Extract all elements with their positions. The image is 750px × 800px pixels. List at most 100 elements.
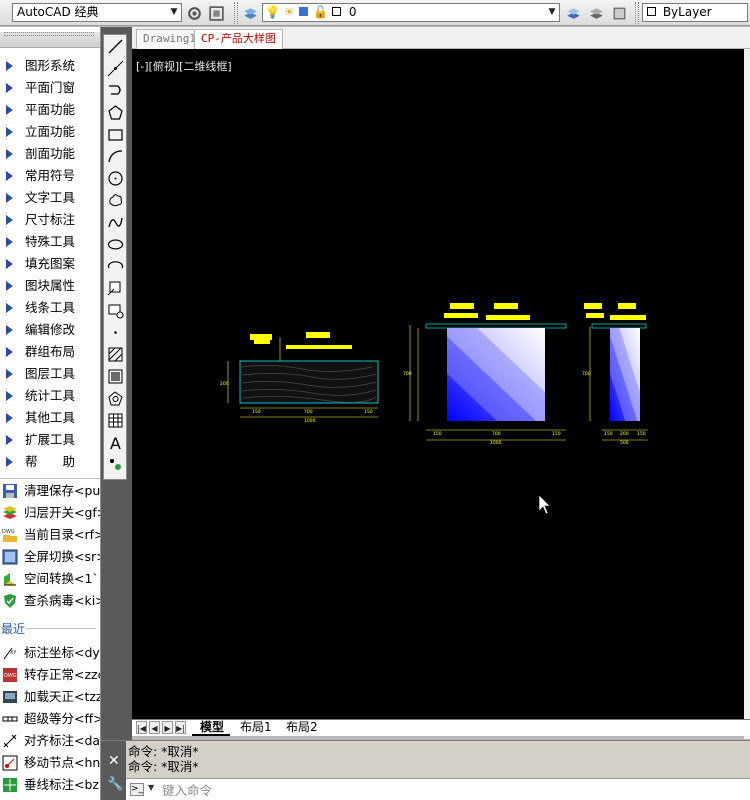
revcloud-icon bbox=[109, 194, 123, 207]
menu-item[interactable]: 特殊工具 bbox=[0, 231, 100, 253]
toolbar-grip[interactable] bbox=[635, 2, 639, 24]
command-item[interactable]: DWG 当前目录<rf> bbox=[0, 524, 100, 546]
chevron-down-icon[interactable]: ▼ bbox=[148, 783, 154, 792]
triangle-right-icon bbox=[6, 325, 13, 335]
command-item[interactable]: 全屏切换<sr> bbox=[0, 546, 100, 568]
mid-top-rail bbox=[425, 323, 567, 329]
multiline-text-tool-button[interactable]: A bbox=[106, 433, 125, 453]
command-history: 命令: *取消* 命令: *取消* bbox=[128, 744, 199, 774]
construction-line-tool-button[interactable] bbox=[106, 59, 125, 78]
command-item[interactable]: 查杀病毒<ki> bbox=[0, 590, 100, 612]
line-tool-button[interactable] bbox=[106, 37, 125, 56]
layer-select[interactable]: 💡 ☀ 🔓 0 ▼ bbox=[262, 3, 560, 22]
menu-item[interactable]: 图层工具 bbox=[0, 363, 100, 385]
arc-tool-button[interactable] bbox=[106, 147, 125, 166]
layer-state-button[interactable] bbox=[609, 3, 629, 23]
command-item[interactable]: 归层开关<gf> bbox=[0, 502, 100, 524]
menu-item[interactable]: 其他工具 bbox=[0, 407, 100, 429]
point-tool-button[interactable] bbox=[106, 323, 125, 342]
menu-item[interactable]: 扩展工具 bbox=[0, 429, 100, 451]
layer-previous-button[interactable] bbox=[586, 3, 606, 23]
recent-command-item[interactable]: 垂线标注<bz> bbox=[0, 774, 100, 796]
menu-item[interactable]: 统计工具 bbox=[0, 385, 100, 407]
ellipse-arc-icon bbox=[107, 261, 124, 269]
close-icon[interactable]: ✕ bbox=[108, 753, 120, 769]
first-layout-button[interactable]: |◀ bbox=[136, 721, 147, 734]
dim-text: 150 bbox=[604, 431, 613, 437]
menu-item[interactable]: 剖面功能 bbox=[0, 143, 100, 165]
menu-item[interactable]: 编辑修改 bbox=[0, 319, 100, 341]
drawing-canvas[interactable]: [-][俯视][二维线框] 150 700 150 1000 200 150 7… bbox=[132, 49, 750, 719]
make-block-tool-button[interactable] bbox=[106, 301, 125, 320]
region-tool-button[interactable] bbox=[106, 389, 125, 408]
spline-tool-button[interactable] bbox=[106, 213, 125, 232]
tab-drawing1[interactable]: Drawing1 bbox=[136, 29, 203, 49]
toolbar-grip[interactable] bbox=[234, 2, 238, 24]
table-tool-button[interactable] bbox=[106, 411, 125, 430]
prev-layout-button[interactable]: ◀ bbox=[149, 721, 160, 734]
menu-item[interactable]: 线条工具 bbox=[0, 297, 100, 319]
recent-command-item[interactable]: 加载天正<tzz> bbox=[0, 686, 100, 708]
recent-command-item[interactable]: 对齐标注<da> bbox=[0, 730, 100, 752]
mid-tag-1 bbox=[450, 303, 474, 309]
last-layout-button[interactable]: ▶| bbox=[175, 721, 186, 734]
mouse-cursor-icon bbox=[538, 494, 551, 515]
menu-item-label: 其他工具 bbox=[25, 410, 76, 425]
menu-item[interactable]: 填充图案 bbox=[0, 253, 100, 275]
command-prompt-icon[interactable]: >_ bbox=[130, 783, 144, 796]
unlock-icon: 🔓 bbox=[313, 5, 329, 19]
command-line-panel: ✕ 🔧 命令: *取消* 命令: *取消* >_ ▼ bbox=[101, 740, 750, 800]
next-layout-button[interactable]: ▶ bbox=[162, 721, 173, 734]
recent-command-item[interactable]: XY 标注坐标<dy> bbox=[0, 642, 100, 664]
workspace-settings-button[interactable] bbox=[184, 3, 204, 23]
add-selected-tool-button[interactable] bbox=[106, 455, 125, 474]
ellipse-arc-tool-button[interactable] bbox=[106, 257, 125, 276]
recent-command-item[interactable]: DWG 转存正常<zzc> bbox=[0, 664, 100, 686]
tab-cp-product-detail[interactable]: CP-产品大样图 bbox=[194, 29, 283, 49]
chevron-down-icon: ▼ bbox=[170, 7, 178, 17]
menu-item[interactable]: 群组布局 bbox=[0, 341, 100, 363]
hatch-tool-button[interactable] bbox=[106, 345, 125, 364]
workspace-save-button[interactable] bbox=[206, 3, 226, 23]
layer-properties-button[interactable] bbox=[240, 3, 260, 23]
menu-item-label: 文字工具 bbox=[25, 190, 76, 205]
ellipse-tool-button[interactable] bbox=[106, 235, 125, 254]
rectangle-tool-button[interactable] bbox=[106, 125, 125, 144]
command-input[interactable] bbox=[162, 781, 742, 799]
menu-item[interactable]: 立面功能 bbox=[0, 121, 100, 143]
recent-command-item[interactable]: 超级等分<ff> bbox=[0, 708, 100, 730]
menu-item[interactable]: 常用符号 bbox=[0, 165, 100, 187]
tab-layout2[interactable]: 布局2 bbox=[278, 720, 324, 736]
polygon-tool-button[interactable] bbox=[106, 103, 125, 122]
mid-tag-1b bbox=[444, 313, 478, 318]
dim-text: 1000 bbox=[490, 440, 502, 446]
recent-command-item[interactable]: 移动节点<hnn bbox=[0, 752, 100, 774]
triangle-right-icon bbox=[6, 83, 13, 93]
gradient-tool-button[interactable] bbox=[106, 367, 125, 386]
layers-icon bbox=[2, 505, 18, 521]
menu-item[interactable]: 尺寸标注 bbox=[0, 209, 100, 231]
linetype-select[interactable]: ByLayer bbox=[642, 3, 748, 22]
tab-model[interactable]: 模型 bbox=[192, 720, 231, 736]
menu-item[interactable]: 平面功能 bbox=[0, 99, 100, 121]
tab-layout1[interactable]: 布局1 bbox=[232, 720, 278, 736]
insert-block-tool-button[interactable] bbox=[106, 279, 125, 298]
menu-item[interactable]: 文字工具 bbox=[0, 187, 100, 209]
panel-grip[interactable] bbox=[0, 32, 100, 48]
triangle-right-icon bbox=[6, 413, 13, 423]
polyline-tool-button[interactable] bbox=[106, 81, 125, 100]
mid-tag-bar bbox=[486, 315, 530, 320]
gear-icon bbox=[187, 6, 201, 20]
menu-item[interactable]: 帮 助 bbox=[0, 451, 100, 473]
command-item[interactable]: 清理保存<pu> bbox=[0, 480, 100, 502]
circle-tool-button[interactable] bbox=[106, 169, 125, 188]
make-current-layer-button[interactable] bbox=[563, 3, 583, 23]
wrench-icon[interactable]: 🔧 bbox=[107, 777, 123, 792]
menu-item[interactable]: 图块属性 bbox=[0, 275, 100, 297]
dim-text: 200 bbox=[620, 431, 629, 437]
menu-item[interactable]: 平面门窗 bbox=[0, 77, 100, 99]
command-item[interactable]: 空间转换<1`> bbox=[0, 568, 100, 590]
revcloud-tool-button[interactable] bbox=[106, 191, 125, 210]
workspace-select[interactable]: AutoCAD 经典 ▼ bbox=[12, 3, 182, 22]
menu-item[interactable]: 图形系统 bbox=[0, 55, 100, 77]
